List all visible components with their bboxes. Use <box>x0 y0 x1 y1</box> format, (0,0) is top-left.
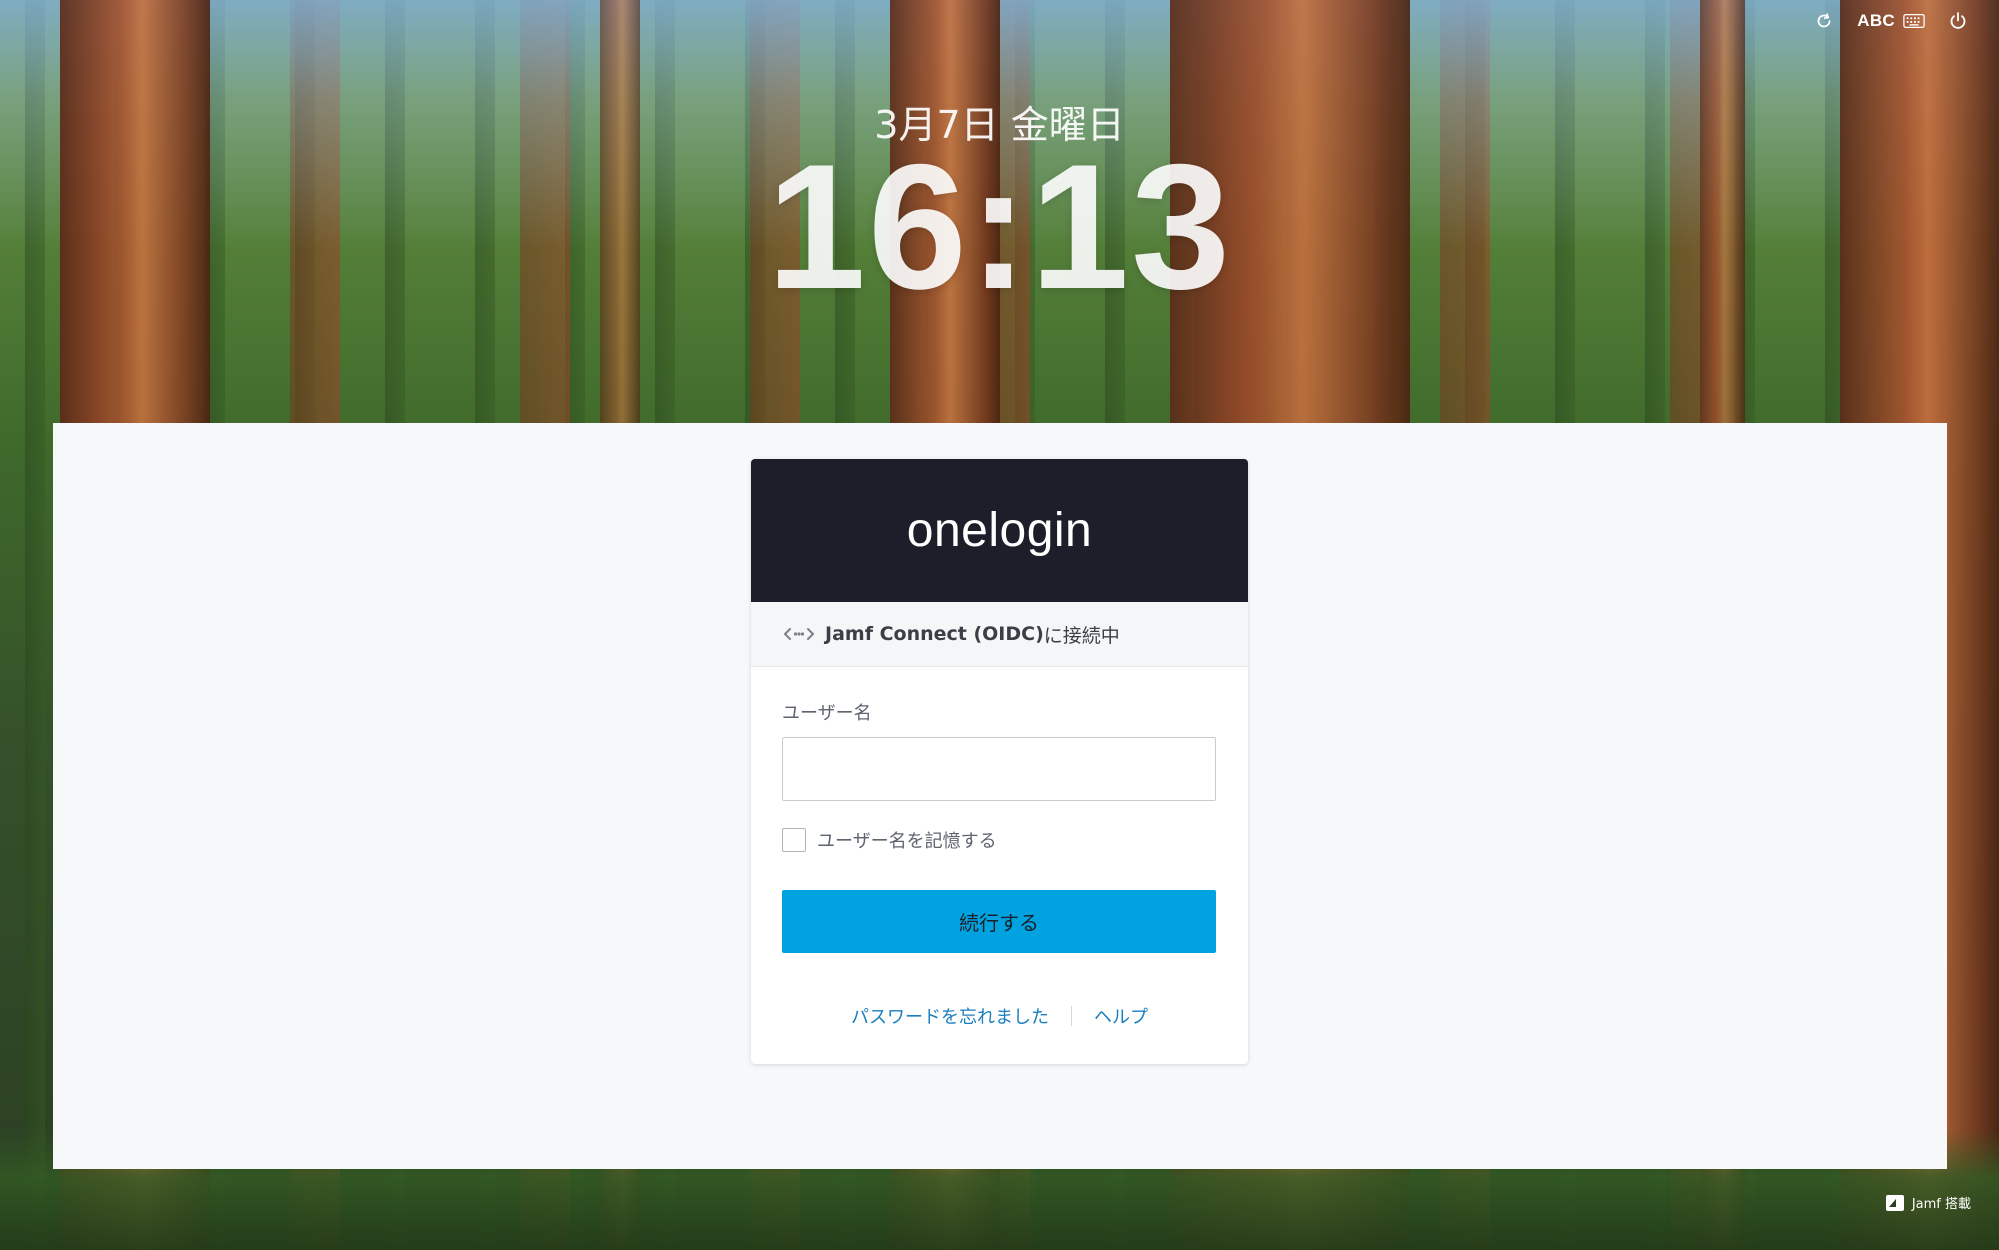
onelogin-logo: onelogin <box>906 504 1093 557</box>
input-source-menu[interactable]: ABC <box>1857 10 1925 32</box>
power-icon[interactable] <box>1947 10 1969 32</box>
continue-button[interactable]: 続行する <box>782 890 1216 953</box>
arrows-connect-icon <box>783 624 815 644</box>
username-label: ユーザー名 <box>782 703 872 724</box>
powered-by-jamf: Jamf 搭載 <box>1885 1193 1971 1212</box>
help-link[interactable]: ヘルプ <box>1094 1003 1148 1029</box>
forgot-password-link[interactable]: パスワードを忘れました <box>851 1003 1049 1029</box>
jamf-logo-icon <box>1885 1194 1904 1211</box>
connect-suffix: に接続中 <box>1043 624 1120 647</box>
help-links: パスワードを忘れました ヘルプ <box>782 1003 1217 1029</box>
remember-label: ユーザー名を記憶する <box>817 831 997 852</box>
jamf-badge-text: Jamf 搭載 <box>1911 1197 1971 1212</box>
keyboard-icon <box>1903 10 1925 32</box>
card-header: onelogin <box>751 459 1248 602</box>
connect-status-bar: Jamf Connect (OIDC) に接続中 <box>751 602 1248 667</box>
remember-username[interactable]: ユーザー名を記憶する <box>782 827 1217 853</box>
connect-app-name: Jamf Connect (OIDC) <box>825 623 1044 645</box>
remember-checkbox[interactable] <box>782 828 806 852</box>
lock-clock: 16:13 <box>766 127 1233 326</box>
card-body: ユーザー名 ユーザー名を記憶する 続行する パスワードを忘れました ヘルプ <box>751 667 1248 1029</box>
reload-icon[interactable] <box>1813 10 1835 32</box>
status-bar: ABC <box>1813 10 1969 32</box>
login-card: onelogin Jamf Connect (OIDC) に接続中 ユーザー名 … <box>751 459 1248 1064</box>
username-input[interactable] <box>782 737 1216 801</box>
link-divider <box>1071 1006 1072 1026</box>
input-source-label: ABC <box>1857 11 1895 30</box>
